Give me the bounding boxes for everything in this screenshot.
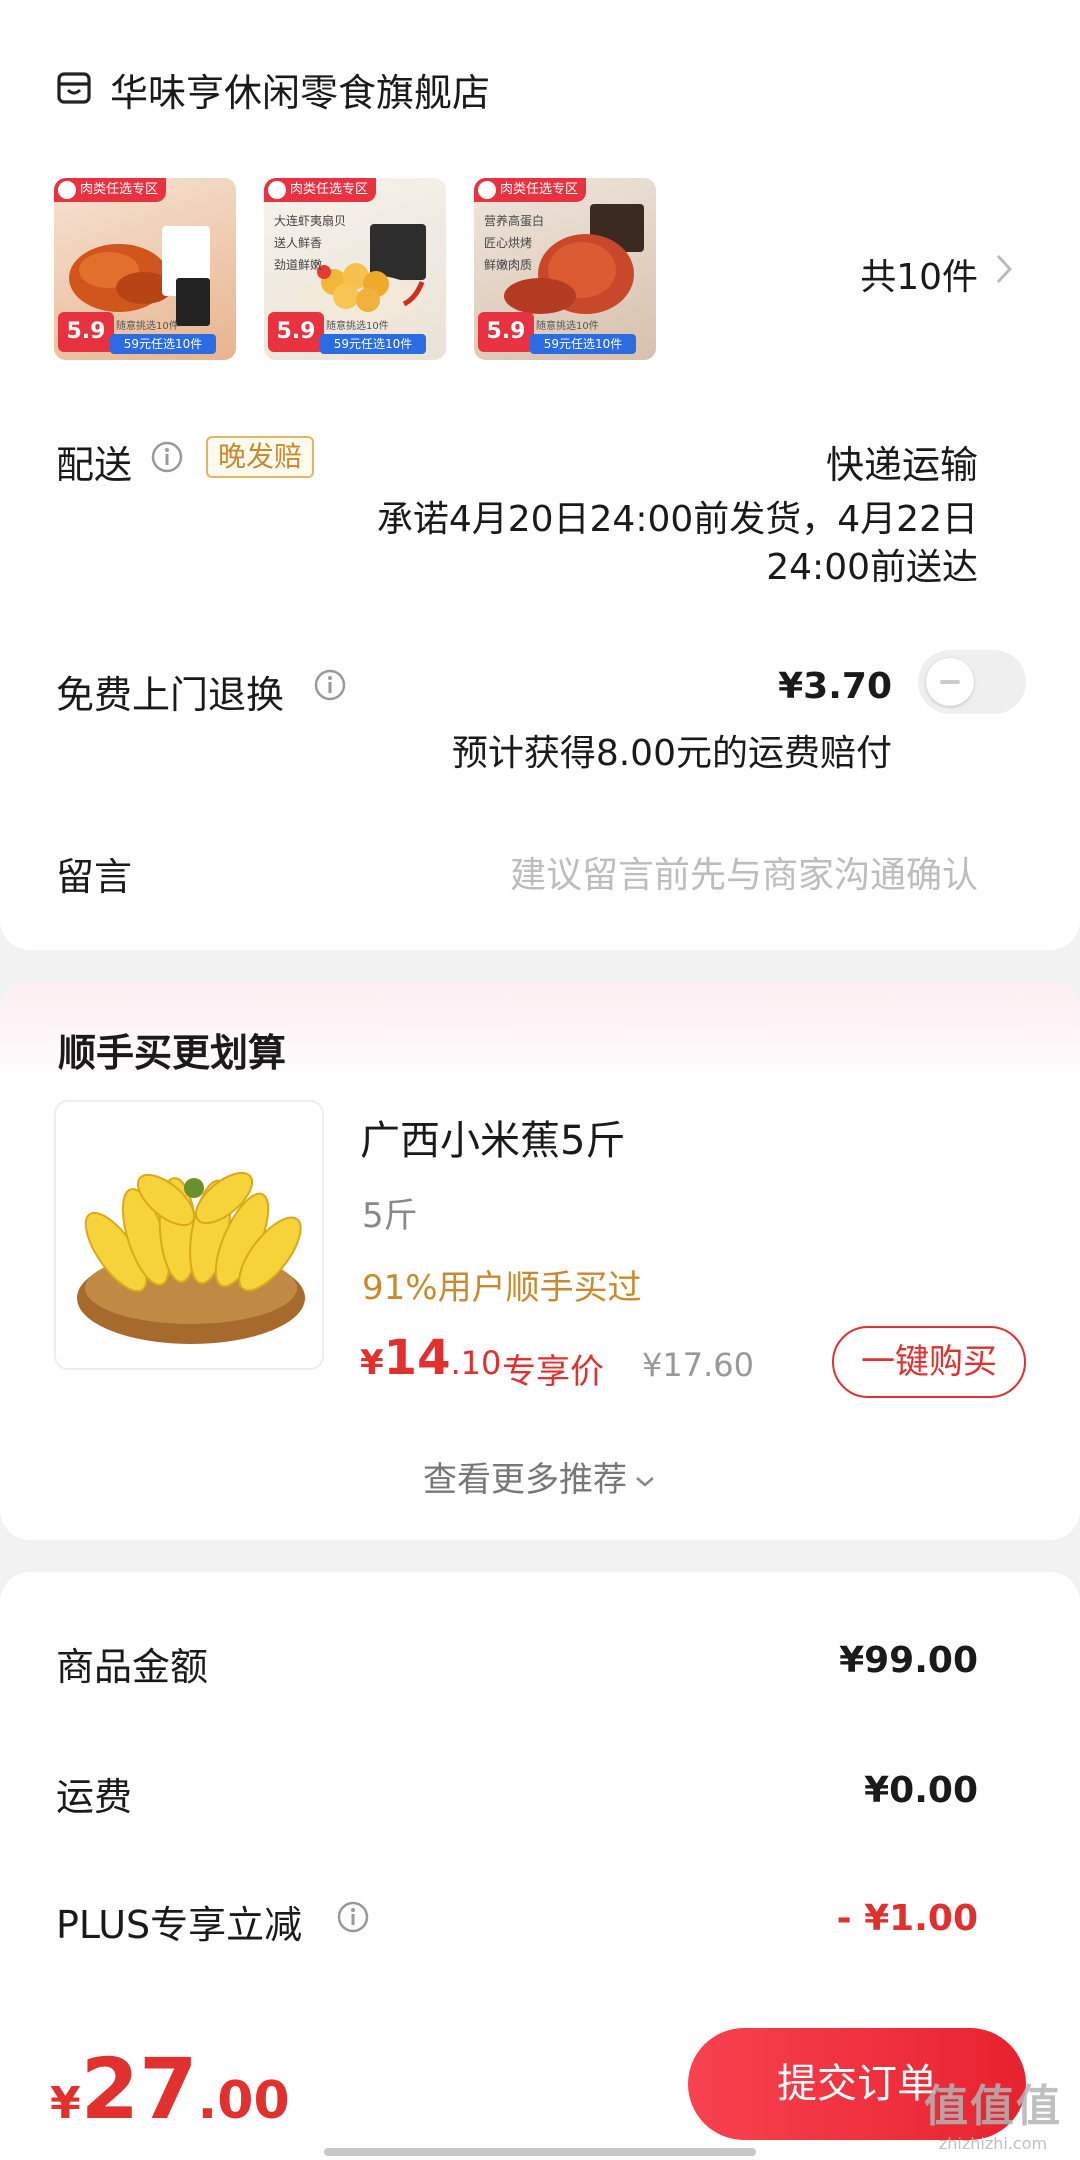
- free-return-toggle[interactable]: [918, 650, 1026, 714]
- chevron-down-icon: [636, 1476, 654, 1487]
- total-decimal: .00: [197, 2071, 290, 2131]
- more-recommend-label: 查看更多推荐: [423, 1460, 627, 1500]
- total-price: ¥27.00: [50, 2040, 290, 2138]
- shipping-value: ¥0.00: [864, 1770, 978, 1811]
- plus-discount-value: - ¥1.00: [836, 1898, 978, 1939]
- goods-amount-label: 商品金额: [56, 1645, 209, 1689]
- store-icon: [57, 72, 91, 104]
- thumbnail-promo: 59元任选10件: [110, 334, 216, 354]
- info-icon[interactable]: [313, 668, 347, 702]
- free-return-note: 预计获得8.00元的运费赔付: [451, 733, 892, 774]
- thumbnail-subtext: 随意挑选10件: [116, 321, 179, 332]
- message-input[interactable]: 建议留言前先与商家沟通确认: [510, 846, 978, 898]
- price-decimal: .10: [450, 1344, 502, 1382]
- goods-amount-value: ¥99.00: [839, 1640, 978, 1681]
- thumbnail-promo: 59元任选10件: [320, 334, 426, 354]
- exclusive-price-label: 专享价: [502, 1352, 604, 1392]
- total-currency: ¥: [50, 2078, 81, 2129]
- recommend-title: 顺手买更划算: [58, 1031, 287, 1075]
- thumbnail-promo: 59元任选10件: [530, 334, 636, 354]
- site-watermark: 值值值 zhizhizhi.com: [924, 2070, 1062, 2153]
- free-return-label: 免费上门退换: [56, 673, 285, 717]
- thumbnail-tag: 肉类任选专区: [474, 178, 587, 202]
- product-thumbnail[interactable]: 大连虾夷扇贝 送人鲜香 劲道鲜嫩 肉类任选专区 随意挑选10件 5.9 59元任…: [264, 178, 446, 360]
- banana-image: [77, 1171, 305, 1344]
- toggle-knob: [926, 658, 974, 706]
- product-price: ¥14.10: [360, 1330, 501, 1386]
- message-label: 留言: [56, 855, 133, 899]
- product-thumbnail[interactable]: 营养高蛋白 匠心烘烤 鲜嫩肉质 肉类任选专区 随意挑选10件 5.9 59元任选…: [474, 178, 656, 360]
- product-popularity: 91%用户顺手买过: [362, 1268, 642, 1308]
- delivery-promise-line1: 承诺4月20日24:00前发货，4月22日: [376, 499, 978, 540]
- thumbnail-price: 5.9: [478, 312, 534, 352]
- thumbnail-subtext: 随意挑选10件: [326, 321, 389, 332]
- free-return-price: ¥3.70: [778, 666, 892, 707]
- price-currency: ¥: [360, 1343, 384, 1383]
- chevron-right-icon[interactable]: [992, 252, 1016, 286]
- product-name[interactable]: 广西小米蕉5斤: [360, 1108, 625, 1166]
- price-integer: 14: [383, 1330, 451, 1386]
- delivery-promise-line2: 24:00前送达: [766, 547, 978, 588]
- info-icon[interactable]: [150, 440, 184, 474]
- thumbnail-subtext: 随意挑选10件: [536, 321, 599, 332]
- thumbnail-selling-points: 营养高蛋白 匠心烘烤 鲜嫩肉质: [484, 214, 545, 272]
- thumbnail-price: 5.9: [268, 312, 324, 352]
- total-integer: 27: [80, 2040, 198, 2138]
- original-price: ¥17.60: [642, 1346, 754, 1384]
- thumbnail-tag: 肉类任选专区: [54, 178, 167, 202]
- plus-discount-label: PLUS专享立减: [56, 1903, 303, 1947]
- delivery-method[interactable]: 快递运输: [826, 434, 978, 489]
- thumbnail-selling-points: 大连虾夷扇贝 送人鲜香 劲道鲜嫩: [274, 214, 347, 272]
- home-indicator[interactable]: [324, 2148, 756, 2156]
- product-thumbnail[interactable]: 肉类任选专区 随意挑选10件 5.9 59元任选10件: [54, 178, 236, 360]
- product-spec: 5斤: [362, 1196, 418, 1236]
- banana-product-image[interactable]: [54, 1100, 324, 1370]
- watermark-logo: 值值值: [924, 2081, 1062, 2132]
- shipping-label: 运费: [56, 1775, 133, 1819]
- item-count[interactable]: 共10件: [860, 248, 978, 300]
- late-compensation-badge: 晚发赔: [206, 436, 315, 478]
- more-recommend-link[interactable]: 查看更多推荐: [0, 1452, 1080, 1501]
- thumbnail-tag: 肉类任选专区: [264, 178, 377, 202]
- one-click-buy-button[interactable]: 一键购买: [832, 1326, 1026, 1398]
- thumbnail-price: 5.9: [58, 312, 114, 352]
- delivery-label: 配送: [56, 443, 133, 487]
- watermark-url: zhizhizhi.com: [938, 2134, 1048, 2153]
- info-icon[interactable]: [336, 1900, 370, 1934]
- store-name[interactable]: 华味亨休闲零食旗舰店: [110, 62, 490, 117]
